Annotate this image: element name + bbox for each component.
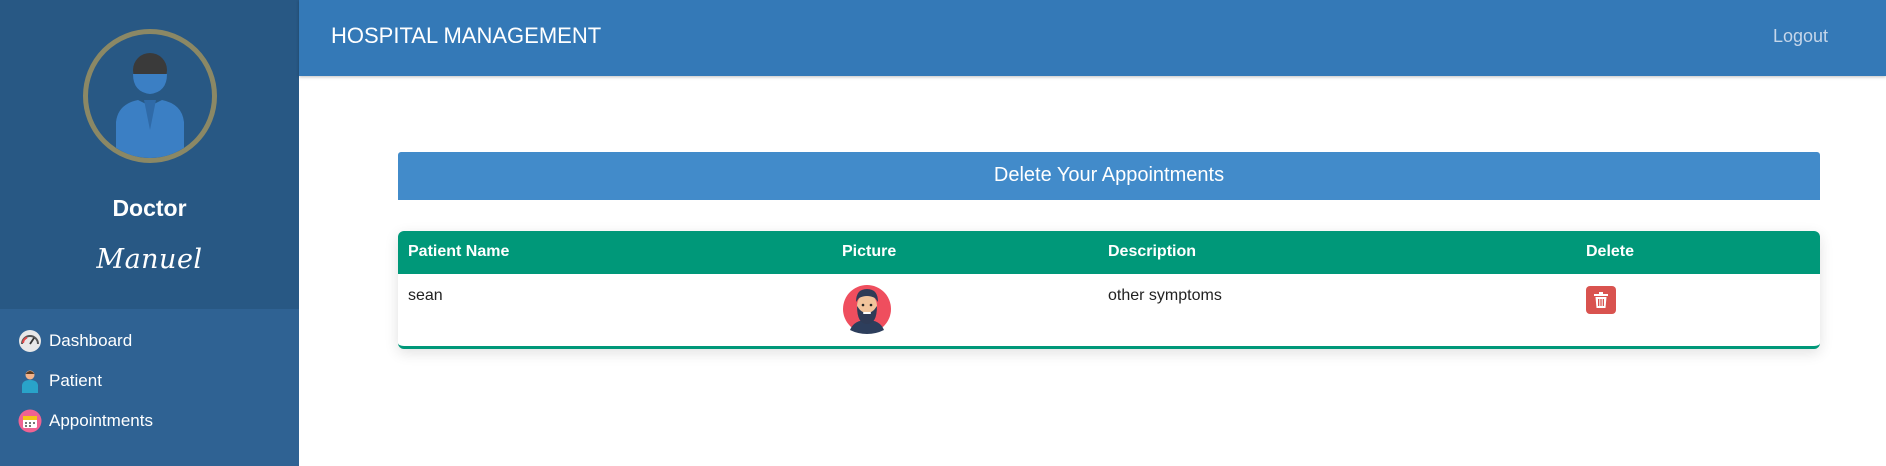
column-header-patient-name: Patient Name [408,243,510,260]
patient-name-cell: sean [408,287,443,304]
app-title[interactable]: HOSPITAL MANAGEMENT [331,23,601,49]
profile-section: Doctor Manuel [0,0,299,309]
appointments-table: Patient Name Picture Description Delete … [398,231,1820,349]
description-cell: other symptoms [1108,287,1222,304]
doctor-avatar [83,29,217,163]
profile-role: Doctor [112,195,187,221]
doctor-icon [116,53,184,158]
sidebar-item-dashboard[interactable]: Dashboard [0,321,299,361]
calendar-icon [18,409,42,433]
sidebar-item-label: Patient [49,371,102,390]
column-header-delete: Delete [1586,243,1635,260]
table-row: sean other symptoms [398,274,1820,346]
profile-name: Manuel [96,244,203,275]
delete-appointment-button[interactable] [1586,286,1616,314]
sidebar-item-label: Dashboard [49,331,133,350]
sidebar-item-appointments[interactable]: Appointments [0,401,299,441]
trash-icon [1594,292,1608,308]
panel-title: Delete Your Appointments [398,152,1820,200]
sidebar: Doctor Manuel Dashboard Patient Appointm… [0,0,299,466]
sidebar-item-label: Appointments [49,411,153,430]
table-header: Patient Name Picture Description Delete [398,231,1820,274]
sidebar-item-patient[interactable]: Patient [0,361,299,401]
dashboard-gauge-icon [18,329,42,353]
column-header-picture: Picture [842,243,897,260]
sidebar-nav: Dashboard Patient Appointments [0,321,299,441]
top-navbar: HOSPITAL MANAGEMENT Logout [299,0,1886,76]
bearded-man-avatar-icon [843,285,891,334]
logout-link[interactable]: Logout [1773,26,1828,47]
patient-icon [18,369,42,393]
column-header-description: Description [1108,243,1197,260]
patient-picture [842,284,892,334]
